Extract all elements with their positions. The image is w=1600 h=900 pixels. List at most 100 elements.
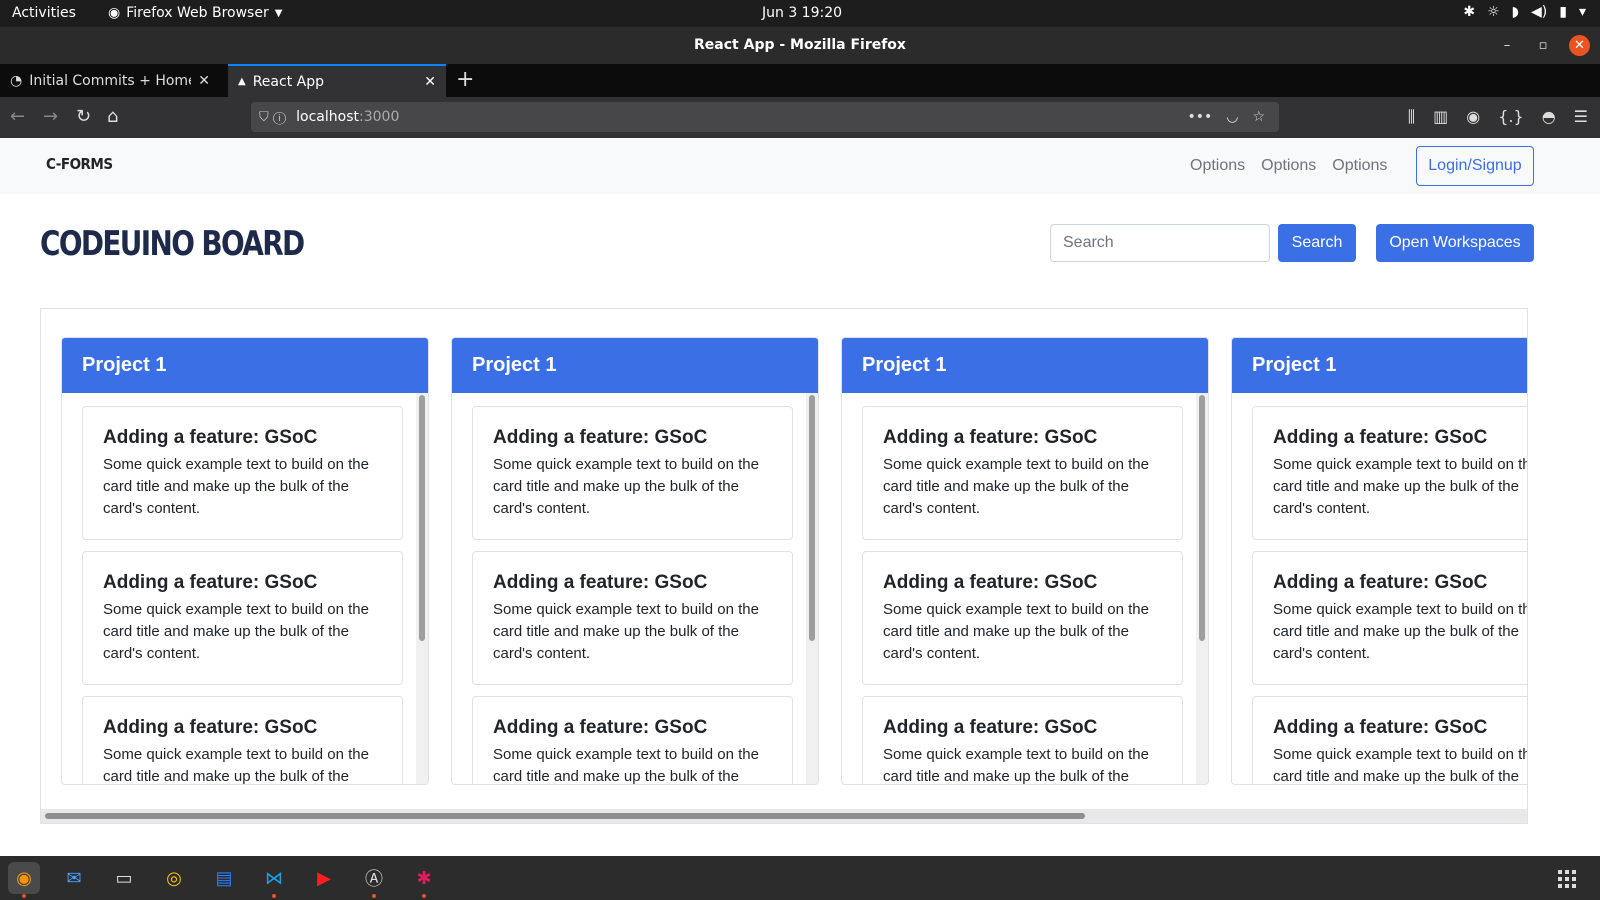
scrollbar-thumb[interactable] bbox=[45, 813, 1085, 819]
card-title: Adding a feature: GSoC bbox=[493, 572, 708, 593]
open-workspaces-button[interactable]: Open Workspaces bbox=[1376, 224, 1534, 262]
activities-button[interactable]: Activities bbox=[12, 5, 76, 21]
task-card[interactable]: Adding a feature: GSoC Some quick exampl… bbox=[1252, 551, 1528, 685]
hamburger-menu-icon[interactable]: ☰ bbox=[1574, 107, 1588, 127]
column-scrollbar[interactable] bbox=[1196, 393, 1208, 784]
forward-icon[interactable]: → bbox=[43, 106, 58, 127]
task-card[interactable]: Adding a feature: GSoC Some quick exampl… bbox=[472, 406, 793, 540]
reload-icon[interactable]: ↻ bbox=[76, 106, 91, 127]
tab-react-app[interactable]: ▲ React App ✕ bbox=[228, 64, 446, 97]
card-text: Some quick example text to build on the … bbox=[103, 601, 369, 662]
card-title: Adding a feature: GSoC bbox=[1273, 572, 1488, 593]
card-text: Some quick example text to build on the … bbox=[493, 456, 759, 517]
back-icon[interactable]: ← bbox=[10, 106, 25, 127]
task-card[interactable]: Adding a feature: GSoC Some quick exampl… bbox=[82, 406, 403, 540]
search-button[interactable]: Search bbox=[1278, 224, 1356, 262]
task-card[interactable]: Adding a feature: GSoC Some quick exampl… bbox=[1252, 406, 1527, 540]
column-body[interactable]: Adding a feature: GSoC Some quick exampl… bbox=[62, 393, 428, 784]
home-icon[interactable]: ⌂ bbox=[107, 106, 118, 127]
login-signup-button[interactable]: Login/Signup bbox=[1416, 146, 1534, 186]
page-actions-icon[interactable]: ••• bbox=[1187, 109, 1212, 125]
caret-down-icon: ▼ bbox=[274, 7, 283, 19]
task-card[interactable]: Adding a feature: GSoC Some quick exampl… bbox=[472, 551, 793, 685]
column-scrollbar[interactable] bbox=[806, 393, 818, 784]
tab-label: React App bbox=[252, 73, 324, 90]
scrollbar-thumb[interactable] bbox=[419, 395, 425, 641]
close-window-icon[interactable]: ✕ bbox=[1569, 35, 1590, 56]
brand-logo[interactable]: C-FORMS bbox=[46, 155, 113, 173]
firefox-icon[interactable]: ◉ bbox=[8, 862, 40, 898]
card-text: Some quick example text to build on the … bbox=[883, 601, 1149, 662]
volume-icon[interactable]: ◀) bbox=[1531, 4, 1547, 20]
close-tab-icon[interactable]: ✕ bbox=[424, 74, 436, 90]
column-body[interactable]: Adding a feature: GSoC Some quick exampl… bbox=[1232, 393, 1528, 784]
column-header: Project 1 bbox=[1232, 338, 1527, 393]
thunderbird-icon[interactable]: ✉ bbox=[58, 862, 90, 894]
nav-option-2[interactable]: Options bbox=[1261, 157, 1316, 175]
vscode-icon[interactable]: ⋈ bbox=[258, 862, 290, 898]
slack-tray-icon[interactable]: ✱ bbox=[1463, 4, 1475, 20]
column-scrollbar[interactable] bbox=[416, 393, 428, 784]
nav-option-1[interactable]: Options bbox=[1190, 157, 1245, 175]
address-bar[interactable]: ⛉ ⓘ localhost:3000 ••• ◡ ☆ bbox=[251, 102, 1279, 132]
account-icon[interactable]: ◉ bbox=[1466, 107, 1480, 127]
board-container[interactable]: Project 1 Adding a feature: GSoC Some qu… bbox=[40, 308, 1528, 824]
sidebar-icon[interactable]: ▥ bbox=[1433, 107, 1448, 127]
system-tray[interactable]: ✱ ☼ ◗ ◀) ▮ ▾ bbox=[1463, 4, 1586, 20]
column-body[interactable]: Adding a feature: GSoC Some quick exampl… bbox=[452, 393, 818, 784]
library-icon[interactable]: ⫼ bbox=[1408, 107, 1415, 127]
card-title: Adding a feature: GSoC bbox=[493, 717, 708, 738]
scrollbar-thumb[interactable] bbox=[809, 395, 815, 641]
files-icon[interactable]: ▭ bbox=[108, 862, 140, 894]
app-menu[interactable]: ◉ Firefox Web Browser ▼ bbox=[108, 5, 282, 21]
task-card[interactable]: Adding a feature: GSoC Some quick exampl… bbox=[862, 551, 1183, 685]
project-column: Project 1 Adding a feature: GSoC Some qu… bbox=[61, 337, 429, 785]
task-card[interactable]: Adding a feature: GSoC Some quick exampl… bbox=[82, 696, 403, 784]
card-text: Some quick example text to build on the … bbox=[103, 456, 369, 517]
close-tab-icon[interactable]: ✕ bbox=[198, 73, 210, 89]
browser-toolbar: ← → ↻ ⌂ ⛉ ⓘ localhost:3000 ••• ◡ ☆ ⫼ ▥ ◉… bbox=[0, 97, 1600, 138]
power-menu-icon[interactable]: ▾ bbox=[1579, 4, 1586, 20]
board-horizontal-scrollbar[interactable] bbox=[41, 809, 1527, 823]
app-navbar: C-FORMS Options Options Options Login/Si… bbox=[0, 138, 1600, 194]
task-card[interactable]: Adding a feature: GSoC Some quick exampl… bbox=[862, 406, 1183, 540]
url-text[interactable]: localhost:3000 bbox=[296, 109, 399, 125]
software-icon[interactable]: Ⓐ bbox=[358, 862, 390, 898]
tab-initial-commits[interactable]: ◔ Initial Commits + Home p ✕ bbox=[0, 64, 220, 97]
slack-icon[interactable]: ✱ bbox=[408, 862, 440, 898]
task-card[interactable]: Adding a feature: GSoC Some quick exampl… bbox=[82, 551, 403, 685]
column-body[interactable]: Adding a feature: GSoC Some quick exampl… bbox=[842, 393, 1208, 784]
nav-option-3[interactable]: Options bbox=[1332, 157, 1387, 175]
card-title: Adding a feature: GSoC bbox=[493, 427, 708, 448]
wifi-icon[interactable]: ◗ bbox=[1512, 4, 1519, 20]
extension-icon[interactable]: {.} bbox=[1498, 107, 1523, 127]
search-input[interactable] bbox=[1050, 224, 1270, 262]
app-menu-label: Firefox Web Browser bbox=[126, 5, 269, 21]
project-column: Project 1 Adding a feature: GSoC Some qu… bbox=[841, 337, 1209, 785]
card-title: Adding a feature: GSoC bbox=[883, 427, 1098, 448]
minimize-icon[interactable]: – bbox=[1497, 36, 1517, 56]
bookmark-star-icon[interactable]: ☆ bbox=[1252, 109, 1265, 125]
github-icon: ◔ bbox=[10, 72, 23, 89]
pocket-icon[interactable]: ◡ bbox=[1226, 109, 1238, 125]
column-header: Project 1 bbox=[452, 338, 818, 393]
task-card[interactable]: Adding a feature: GSoC Some quick exampl… bbox=[1252, 696, 1527, 784]
brightness-icon[interactable]: ☼ bbox=[1487, 4, 1500, 20]
clock[interactable]: Jun 3 19:20 bbox=[762, 5, 842, 21]
task-card[interactable]: Adding a feature: GSoC Some quick exampl… bbox=[472, 696, 793, 784]
column-header: Project 1 bbox=[62, 338, 428, 393]
show-apps-icon[interactable] bbox=[1558, 870, 1576, 888]
shield-icon[interactable]: ⛉ ⓘ bbox=[259, 110, 286, 125]
container-icon[interactable]: ◓ bbox=[1542, 107, 1556, 127]
battery-icon[interactable]: ▮ bbox=[1559, 4, 1567, 20]
rhythmbox-icon[interactable]: ◎ bbox=[158, 862, 190, 894]
task-card[interactable]: Adding a feature: GSoC Some quick exampl… bbox=[862, 696, 1183, 784]
writer-icon[interactable]: ▤ bbox=[208, 862, 240, 894]
project-column: Project 1 Adding a feature: GSoC Some qu… bbox=[451, 337, 819, 785]
maximize-icon[interactable]: ▫ bbox=[1533, 36, 1553, 56]
new-tab-icon[interactable]: + bbox=[456, 67, 474, 92]
youtube-music-icon[interactable]: ▶ bbox=[308, 862, 340, 894]
system-top-bar: Activities ◉ Firefox Web Browser ▼ Jun 3… bbox=[0, 0, 1600, 27]
scrollbar-thumb[interactable] bbox=[1199, 395, 1205, 641]
card-text: Some quick example text to build on the … bbox=[1273, 601, 1528, 662]
